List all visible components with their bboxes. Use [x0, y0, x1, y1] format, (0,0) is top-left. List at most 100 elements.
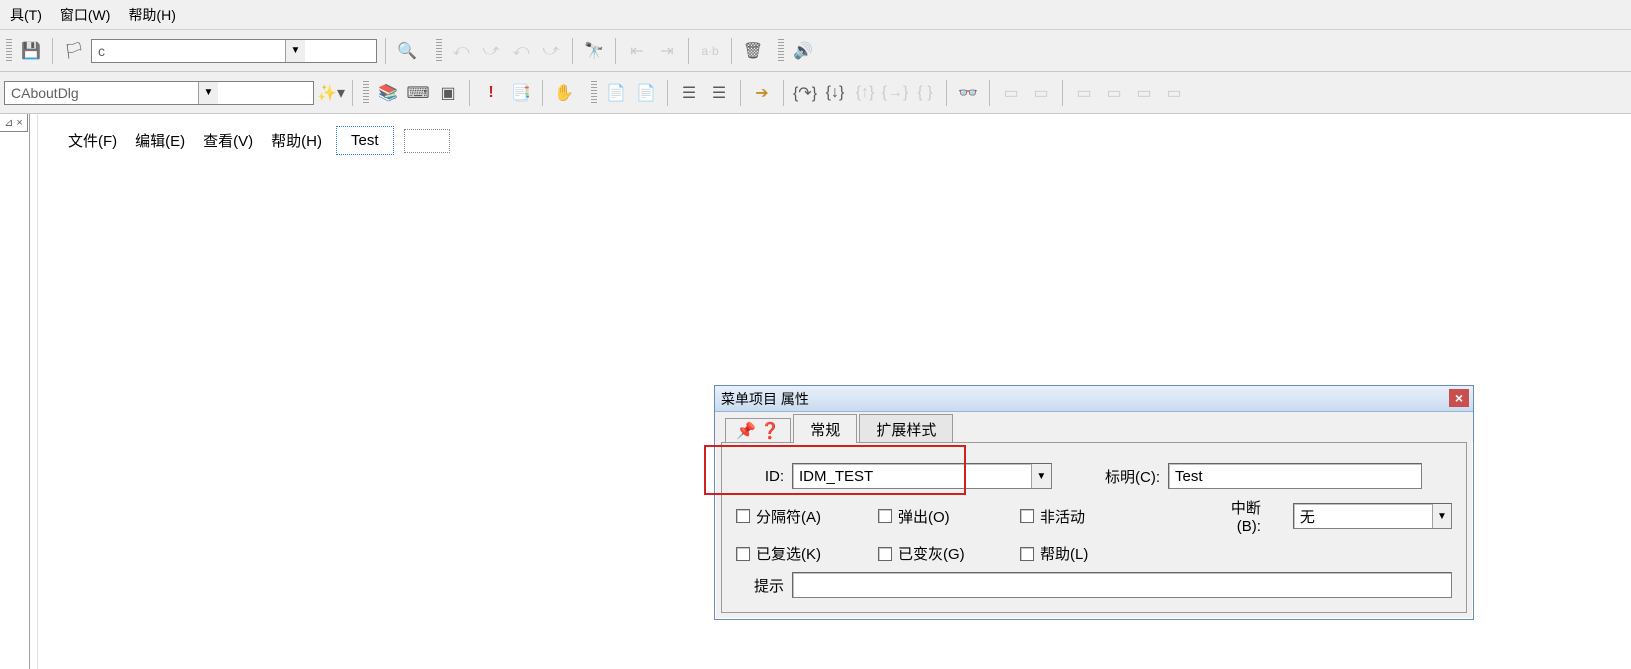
toolbar-separator — [542, 80, 543, 106]
indent-icon[interactable]: ⇥ — [654, 38, 680, 64]
keyboard-icon[interactable]: ⌨ — [405, 80, 431, 106]
checked-checkbox[interactable]: 已复选(K) — [736, 543, 846, 564]
doc-brace2-icon[interactable]: 📄 — [633, 80, 659, 106]
id-input[interactable] — [793, 464, 1031, 488]
menu-help[interactable]: 帮助(H) — [122, 1, 181, 29]
chevron-down-icon[interactable]: ▼ — [1432, 504, 1451, 528]
binoculars-icon[interactable]: 🔭 — [581, 38, 607, 64]
dialog-tabstrip: 📌 ❓ 常规 扩展样式 — [715, 412, 1473, 442]
arrow-right-icon[interactable]: ➔ — [749, 80, 775, 106]
toolbar-separator — [946, 80, 947, 106]
prompt-field[interactable] — [792, 572, 1452, 598]
editing-menu-view[interactable]: 查看(V) — [199, 128, 257, 153]
hand-icon[interactable]: ✋ — [551, 80, 577, 106]
save-icon[interactable]: 💾 — [18, 38, 44, 64]
chevron-down-icon[interactable]: ▼ — [285, 40, 305, 62]
class-combo[interactable]: ▼ — [4, 81, 314, 105]
delete-icon[interactable]: 🗑 — [740, 38, 766, 64]
editing-menu-help[interactable]: 帮助(H) — [267, 128, 326, 153]
menu-item-properties-dialog: 菜单项目 属性 × 📌 ❓ 常规 扩展样式 ID: ▼ — [714, 385, 1474, 620]
redo-bookmark-icon[interactable]: ⤻ — [478, 38, 504, 64]
toolbar-grip[interactable] — [436, 39, 442, 63]
outdent-icon[interactable]: ⇤ — [624, 38, 650, 64]
doc-brace-icon[interactable]: 📄 — [603, 80, 629, 106]
caption-field[interactable] — [1168, 463, 1422, 489]
main-area: ⊿ × 文件(F) 编辑(E) 查看(V) 帮助(H) Test 菜单项目 属性… — [0, 114, 1631, 669]
checkbox-box — [1020, 547, 1034, 561]
toolbar-separator — [989, 80, 990, 106]
list2-icon[interactable]: ☰ — [706, 80, 732, 106]
inactive-checkbox-label: 非活动 — [1040, 506, 1085, 527]
watch1-icon[interactable]: ▭ — [998, 80, 1024, 106]
prev-bookmark-icon[interactable]: ⤺ — [508, 38, 534, 64]
memory4-icon[interactable]: ▭ — [1161, 80, 1187, 106]
toolbar-separator — [740, 80, 741, 106]
toolbar-grip[interactable] — [591, 81, 597, 105]
toolbar-grip[interactable] — [6, 39, 12, 63]
sidebar-tab-stub[interactable]: ⊿ × — [0, 114, 28, 132]
close-icon[interactable]: × — [1449, 389, 1469, 407]
wand-icon[interactable]: ✨▾ — [318, 80, 344, 106]
editing-menu-selected-item[interactable]: Test — [336, 126, 394, 155]
caption-label: 标明(C): — [1082, 466, 1160, 487]
menu-tools[interactable]: 具(T) — [4, 1, 48, 29]
chevron-down-icon[interactable]: ▼ — [1031, 464, 1051, 488]
tab-extended-styles[interactable]: 扩展样式 — [859, 414, 953, 443]
memory3-icon[interactable]: ▭ — [1131, 80, 1157, 106]
editing-menu-bar: 文件(F) 编辑(E) 查看(V) 帮助(H) Test — [64, 126, 450, 155]
memory1-icon[interactable]: ▭ — [1071, 80, 1097, 106]
step-out-icon[interactable]: {↑} — [852, 80, 878, 106]
toolbar-separator — [688, 38, 689, 64]
prompt-input[interactable] — [793, 573, 1451, 597]
grayed-checkbox[interactable]: 已变灰(G) — [878, 543, 988, 564]
grayed-checkbox-label: 已变灰(G) — [898, 543, 965, 564]
undo-bookmark-icon[interactable]: ⤺ — [448, 38, 474, 64]
run-to-icon[interactable]: {→} — [882, 80, 908, 106]
doc-list-icon[interactable]: 📑 — [508, 80, 534, 106]
pushpin-tab[interactable]: 📌 ❓ — [725, 418, 791, 443]
class-combo-input[interactable] — [5, 82, 198, 104]
toolbar-grip[interactable] — [363, 81, 369, 105]
step-into-icon[interactable]: {↓} — [822, 80, 848, 106]
separator-checkbox[interactable]: 分隔符(A) — [736, 506, 846, 527]
watch2-icon[interactable]: ▭ — [1028, 80, 1054, 106]
tab-general[interactable]: 常规 — [793, 414, 857, 443]
sidebar-docked-panel[interactable]: ⊿ × — [0, 114, 30, 669]
editing-menu-new-placeholder[interactable] — [404, 129, 450, 153]
break-combo[interactable]: ▼ — [1293, 503, 1452, 529]
braces-icon[interactable]: { } — [912, 80, 938, 106]
dialog-titlebar[interactable]: 菜单项目 属性 × — [715, 386, 1473, 412]
toolbar-grip[interactable] — [778, 39, 784, 63]
replace-icon[interactable]: a·b — [697, 38, 723, 64]
main-menu-bar: 具(T) 窗口(W) 帮助(H) — [0, 0, 1631, 30]
find-combo-input[interactable] — [92, 40, 285, 62]
caption-input[interactable] — [1169, 464, 1421, 488]
memory2-icon[interactable]: ▭ — [1101, 80, 1127, 106]
splitter[interactable] — [30, 114, 38, 669]
flag-icon[interactable]: 🏳 — [61, 38, 87, 64]
exclaim-icon[interactable]: ! — [478, 80, 504, 106]
break-input[interactable] — [1294, 504, 1432, 528]
list-icon[interactable]: ☰ — [676, 80, 702, 106]
help-checkbox[interactable]: 帮助(L) — [1020, 543, 1130, 564]
id-combo[interactable]: ▼ — [792, 463, 1052, 489]
window-icon[interactable]: ▣ — [435, 80, 461, 106]
popup-checkbox[interactable]: 弹出(O) — [878, 506, 988, 527]
book-icon[interactable]: 📚 — [375, 80, 401, 106]
glasses-icon[interactable]: 👓 — [955, 80, 981, 106]
find-combo[interactable]: ▼ — [91, 39, 377, 63]
step-over-icon[interactable]: {↷} — [792, 80, 818, 106]
popup-checkbox-label: 弹出(O) — [898, 506, 950, 527]
sound-icon[interactable]: 🔊 — [790, 38, 816, 64]
inactive-checkbox[interactable]: 非活动 — [1020, 506, 1130, 527]
checkbox-box — [1020, 509, 1034, 523]
toolbar-separator — [1062, 80, 1063, 106]
find-icon[interactable]: 🔍 — [394, 38, 420, 64]
next-bookmark-icon[interactable]: ⤻ — [538, 38, 564, 64]
checkbox-box — [736, 509, 750, 523]
editing-menu-edit[interactable]: 编辑(E) — [131, 128, 189, 153]
menu-window[interactable]: 窗口(W) — [54, 1, 117, 29]
chevron-down-icon[interactable]: ▼ — [198, 82, 218, 104]
menu-editor-canvas[interactable]: 文件(F) 编辑(E) 查看(V) 帮助(H) Test 菜单项目 属性 × 📌… — [38, 114, 1631, 669]
editing-menu-file[interactable]: 文件(F) — [64, 128, 121, 153]
